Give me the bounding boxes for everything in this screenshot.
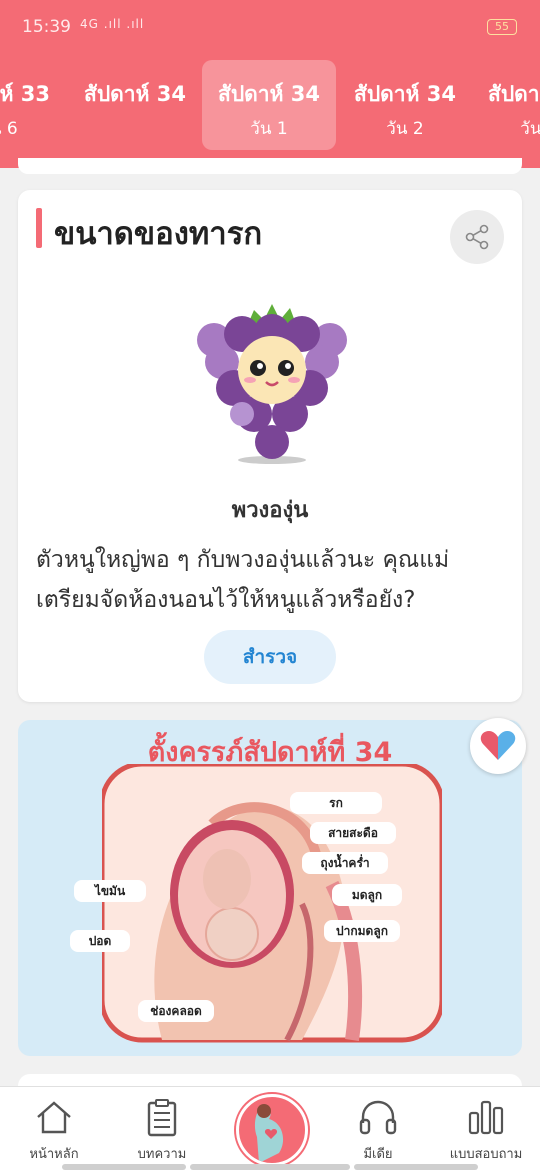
label-placenta: รก xyxy=(290,792,382,814)
explore-button[interactable]: สำรวจ xyxy=(204,630,336,684)
battery-icon: 55 xyxy=(487,19,517,35)
gesture-bar-center xyxy=(190,1164,350,1170)
baby-size-description: ตัวหนูใหญ่พอ ๆ กับพวงองุ่นแล้วนะ คุณแม่เ… xyxy=(36,547,450,613)
label-lung: ปอด xyxy=(70,930,130,952)
previous-card-edge xyxy=(18,158,522,174)
bar-chart-icon xyxy=(468,1100,504,1135)
nav-survey-label: แบบสอบถาม xyxy=(449,1147,523,1162)
status-time: 15:39 xyxy=(22,17,71,37)
card-title: ขนาดของทารก xyxy=(54,216,263,252)
pregnancy-icon xyxy=(254,1104,284,1163)
tab-week-label: สัปดาห์ 34 xyxy=(488,82,540,106)
label-uterus: มดลูก xyxy=(332,884,402,906)
gesture-bar-left xyxy=(62,1164,186,1170)
tab-week-label: สัปดาห์ 34 xyxy=(218,82,320,106)
nav-media[interactable]: มีเดีย xyxy=(324,1087,432,1171)
tab-week-label: สัปดาห์ 34 xyxy=(354,82,456,106)
tab-day-label: วัน 2 xyxy=(386,119,424,139)
tab-week-label: สัปดาห์ 33 xyxy=(0,82,50,106)
baby-size-card: ขนาดของทารก พวงองุ่น ตัวหนูใหญ่พอ ๆ กับพ… xyxy=(18,190,522,702)
tab-week-34-day-2[interactable]: สัปดาห์ 34 วัน 2 xyxy=(338,60,472,150)
article-icon xyxy=(147,1099,177,1137)
grape-icon xyxy=(197,304,347,464)
headphones-icon xyxy=(359,1100,397,1135)
favorite-button[interactable] xyxy=(470,718,526,774)
label-cervix: ปากมดลูก xyxy=(324,920,400,942)
label-birth-canal: ช่องคลอด xyxy=(138,1000,214,1022)
heart-icon xyxy=(480,731,516,760)
bottom-navigation: หน้าหลัก บทความ มีเดีย แบบสอบถาม xyxy=(0,1086,540,1171)
week-selector: สัปดาห์ 33 วัน 6 สัปดาห์ 34 สัปดาห์ 34 ว… xyxy=(0,60,540,150)
nav-pregnancy-button[interactable] xyxy=(236,1094,308,1166)
title-accent-bar xyxy=(36,208,42,248)
tab-week-label: สัปดาห์ 34 xyxy=(84,82,186,106)
tab-day-label: วัน 6 xyxy=(0,119,18,139)
tab-day-label: วัน 3 xyxy=(520,119,540,139)
nav-home-label: หน้าหลัก xyxy=(29,1147,79,1162)
tab-day-label: วัน 1 xyxy=(250,119,288,139)
tab-week-34-day-1[interactable]: สัปดาห์ 34 วัน 1 xyxy=(202,60,336,150)
label-fat: ไขมัน xyxy=(74,880,146,902)
signal-icon: 4G .ıll .ıll xyxy=(80,17,145,31)
nav-media-label: มีเดีย xyxy=(363,1147,393,1162)
fruit-name: พวงองุ่น xyxy=(231,498,309,523)
app-header: 15:39 4G .ıll .ıll 55 สัปดาห์ 33 วัน 6 ส… xyxy=(0,0,540,168)
nav-articles-label: บทความ xyxy=(137,1147,187,1162)
share-icon xyxy=(465,224,489,250)
pregnancy-illustration-card[interactable]: ตั้งครรภ์สัปดาห์ที่ 34 รก สายสะดือ ถุงน้… xyxy=(18,720,522,1056)
nav-articles[interactable]: บทความ xyxy=(108,1087,216,1171)
tab-week-34[interactable]: สัปดาห์ 34 xyxy=(68,60,202,150)
status-bar: 15:39 4G .ıll .ıll 55 xyxy=(0,0,540,54)
nav-survey[interactable]: แบบสอบถาม xyxy=(432,1087,540,1171)
home-icon xyxy=(37,1101,71,1134)
share-button[interactable] xyxy=(450,210,504,264)
label-amniotic-sac: ถุงน้ำคร่ำ xyxy=(302,852,388,874)
gesture-bar-right xyxy=(354,1164,478,1170)
label-umbilical-cord: สายสะดือ xyxy=(310,822,396,844)
tab-week-33-day-6[interactable]: สัปดาห์ 33 วัน 6 xyxy=(0,60,66,150)
nav-home[interactable]: หน้าหลัก xyxy=(0,1087,108,1171)
tab-week-34-day-3[interactable]: สัปดาห์ 34 วัน 3 xyxy=(472,60,540,150)
